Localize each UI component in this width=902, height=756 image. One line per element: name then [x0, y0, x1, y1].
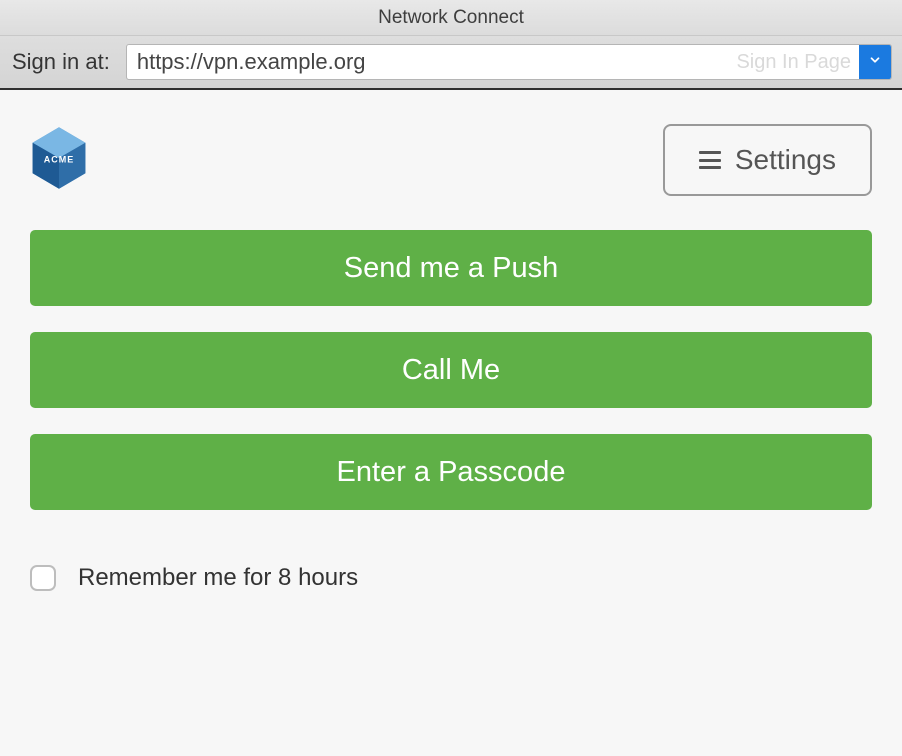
call-me-button[interactable]: Call Me: [30, 332, 872, 408]
window-title: Network Connect: [378, 7, 524, 29]
signin-url-input[interactable]: [127, 45, 737, 79]
signin-dropdown-chevron[interactable]: [859, 44, 891, 80]
remember-checkbox[interactable]: [30, 565, 56, 591]
signin-input-wrap: Sign In Page: [126, 44, 892, 80]
brand-logo: ACME: [30, 127, 88, 193]
remember-row: Remember me for 8 hours: [30, 564, 872, 592]
hamburger-icon: [699, 151, 721, 169]
auth-action-list: Send me a Push Call Me Enter a Passcode: [30, 230, 872, 510]
enter-passcode-button[interactable]: Enter a Passcode: [30, 434, 872, 510]
content-header: ACME Settings: [30, 90, 872, 230]
signin-label: Sign in at:: [12, 49, 110, 75]
settings-button-label: Settings: [735, 144, 836, 176]
brand-logo-text: ACME: [44, 155, 75, 165]
signin-page-ghost-label: Sign In Page: [736, 51, 859, 74]
signin-row: Sign in at: Sign In Page: [0, 36, 902, 90]
send-push-button[interactable]: Send me a Push: [30, 230, 872, 306]
chevron-down-icon: [868, 53, 882, 72]
remember-label: Remember me for 8 hours: [78, 564, 358, 592]
main-content: ACME Settings Send me a Push Call Me Ent…: [0, 90, 902, 592]
window-titlebar: Network Connect: [0, 0, 902, 36]
settings-button[interactable]: Settings: [663, 124, 872, 196]
